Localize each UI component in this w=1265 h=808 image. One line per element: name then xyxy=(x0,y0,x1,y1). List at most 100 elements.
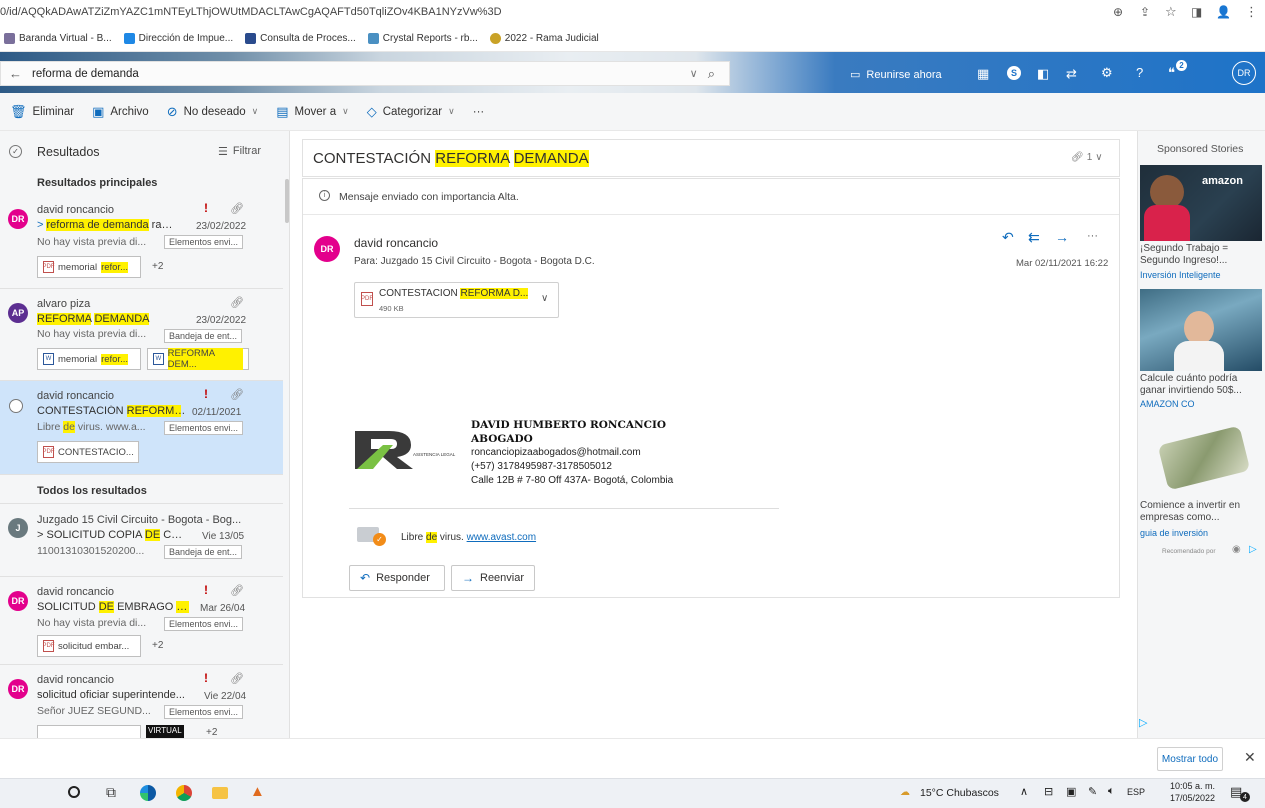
categorize-button[interactable]: ◇ Categorizar ∨ xyxy=(367,104,455,120)
ad-image-invest[interactable] xyxy=(1140,289,1262,371)
attachment-chip[interactable]: PDF solicitud embar... xyxy=(37,635,141,657)
attachment-count-button[interactable]: 🔗︎ 1 ∨ xyxy=(1071,152,1103,163)
select-checkbox[interactable] xyxy=(9,399,23,413)
attachment-chip-thumb[interactable]: VIRTUAL xyxy=(146,725,184,738)
language-indicator[interactable]: ESP xyxy=(1127,787,1145,797)
avast-link[interactable]: www.avast.com xyxy=(467,532,536,543)
ad-text[interactable]: ¡Segundo Trabajo = Segundo Ingreso!... xyxy=(1140,243,1264,267)
select-all-checkbox[interactable]: ✓ xyxy=(9,145,22,158)
sidepanel-icon[interactable]: ◨ xyxy=(1191,5,1202,19)
search-circle-icon[interactable] xyxy=(68,786,80,798)
bookmark-procesos[interactable]: Consulta de Proces... xyxy=(245,33,356,44)
file-explorer-icon[interactable] xyxy=(212,787,228,799)
list-item[interactable]: DR david roncancio ! 🔗︎ solicitud oficia… xyxy=(0,665,283,738)
list-item[interactable]: J Juzgado 15 Civil Circuito - Bogota - B… xyxy=(0,503,283,577)
reply-all-icon[interactable]: ⇇ xyxy=(1028,229,1040,246)
message-list: ✓ Resultados ☰ Filtrar Resultados princip… xyxy=(0,131,290,738)
megaphone-icon[interactable]: ❝ xyxy=(1168,65,1175,81)
folder-move-icon: ▤ xyxy=(276,103,289,119)
junk-button[interactable]: ⊘ No deseado ∨ xyxy=(167,104,259,120)
sender-name: david roncancio xyxy=(37,674,115,686)
back-arrow-icon[interactable]: ← xyxy=(9,66,22,81)
chevron-up-icon[interactable]: ∧ xyxy=(1020,785,1028,798)
weather-text[interactable]: 15°C Chubascos xyxy=(920,787,999,799)
reply-icon[interactable]: ↶ xyxy=(1002,229,1014,246)
archive-button[interactable]: ▣ Archivo xyxy=(92,104,149,120)
more-actions-icon[interactable]: ··· xyxy=(1087,230,1098,242)
archive-icon: ▣ xyxy=(92,103,105,119)
adchoices-icon[interactable]: ▷ xyxy=(1139,716,1147,729)
list-item[interactable]: AP alvaro piza 🔗︎ REFORMA DEMANDA 23/02/… xyxy=(0,289,283,381)
move-to-button[interactable]: ▤ Mover a ∨ xyxy=(276,104,348,120)
bookmark-rama-judicial[interactable]: 2022 - Rama Judicial xyxy=(489,33,599,44)
vlc-icon[interactable]: ▲ xyxy=(250,783,265,800)
attachment-chip[interactable]: PDF CONTESTACIO... xyxy=(37,441,139,463)
adchoices-icon[interactable]: ▷ xyxy=(1249,544,1257,555)
sender-name[interactable]: david roncancio xyxy=(354,236,438,250)
ad-source[interactable]: AMAZON CO xyxy=(1140,399,1195,409)
list-item-selected[interactable]: david roncancio ! 🔗︎ CONTESTACIÓN REFORM… xyxy=(0,381,283,475)
ad-image-amazon[interactable]: amazon xyxy=(1140,165,1262,241)
more-attachments[interactable]: +2 xyxy=(206,727,217,738)
close-icon[interactable]: ✕ xyxy=(1244,749,1256,766)
clock-date[interactable]: 17/05/2022 xyxy=(1170,793,1215,803)
list-item[interactable]: DR david roncancio ! 🔗︎ SOLICITUD DE EMB… xyxy=(0,577,283,665)
bookmark-impuestos[interactable]: Dirección de Impue... xyxy=(123,33,233,44)
forward-button[interactable]: → Reenviar xyxy=(451,565,535,591)
attachment-chip[interactable]: PDF memorial refor... xyxy=(37,256,141,278)
search-icon[interactable]: ⌕ xyxy=(708,66,715,82)
ad-source[interactable]: Inversión Inteligente xyxy=(1140,270,1221,280)
url-text[interactable]: 0/id/AQQkADAwATZiZmYAZC1mNTEyLThjOWUtMDA… xyxy=(0,6,900,18)
user-avatar[interactable]: DR xyxy=(1232,61,1256,85)
menu-icon[interactable]: ⋮ xyxy=(1245,4,1258,20)
search-box[interactable]: ← reforma de demanda ∨ ⌕ xyxy=(0,61,730,86)
edge-icon[interactable] xyxy=(140,785,156,801)
pen-icon[interactable]: ✎ xyxy=(1088,785,1097,798)
volume-icon[interactable]: 🔈︎ xyxy=(1108,785,1115,798)
onenote-icon[interactable]: ◧ xyxy=(1037,66,1049,82)
star-icon[interactable]: ☆ xyxy=(1165,4,1177,20)
more-commands-button[interactable]: ··· xyxy=(473,106,485,118)
attachment-chip[interactable] xyxy=(37,725,141,738)
filter-button[interactable]: ☰ Filtrar xyxy=(218,145,261,158)
more-attachments[interactable]: +2 xyxy=(152,640,163,651)
meet-now-button[interactable]: ▭ Reunirse ahora xyxy=(850,68,942,82)
reply-button[interactable]: ↶ Responder xyxy=(349,565,445,591)
signature-email[interactable]: roncanciopizaabogados@hotmail.com xyxy=(471,447,641,458)
more-attachments[interactable]: +2 xyxy=(152,261,163,272)
ad-source[interactable]: guia de inversión xyxy=(1140,528,1208,538)
skype-icon[interactable]: S xyxy=(1007,66,1021,80)
chevron-down-icon[interactable]: ∨ xyxy=(541,293,548,304)
bookmark-baranda[interactable]: Baranda Virtual - B... xyxy=(4,33,112,44)
profile-icon[interactable]: 👤 xyxy=(1216,5,1231,19)
list-item[interactable]: DR david roncancio ! 🔗︎ > reforma de dem… xyxy=(0,193,283,289)
show-all-button[interactable]: Mostrar todo xyxy=(1157,747,1223,771)
tag-icon: ◇ xyxy=(366,103,377,119)
attachment-chip[interactable]: Wmemorial refor... xyxy=(37,348,141,370)
network-icon[interactable]: ▣ xyxy=(1066,785,1076,798)
install-icon[interactable]: ⊕ xyxy=(1113,5,1123,19)
feedback-icon[interactable]: ⇄ xyxy=(1066,66,1077,82)
bookmark-crystal[interactable]: Crystal Reports - rb... xyxy=(367,33,478,44)
search-input[interactable]: reforma de demanda xyxy=(32,68,690,80)
chevron-down-icon[interactable]: ∨ xyxy=(690,67,698,80)
list-scrollbar[interactable] xyxy=(285,179,289,223)
recommended-by[interactable]: Recomendado por xyxy=(1162,548,1215,555)
battery-icon[interactable]: ⊟ xyxy=(1044,785,1053,798)
browser-address-bar: 0/id/AQQkADAwATZiZmYAZC1mNTEyLThjOWUtMDA… xyxy=(0,0,1265,27)
forward-icon[interactable]: → xyxy=(1055,229,1069,245)
delete-button[interactable]: 🗑 Eliminar xyxy=(10,104,74,120)
ad-text[interactable]: Calcule cuánto podría ganar invirtiendo … xyxy=(1140,373,1264,397)
ad-image-money[interactable] xyxy=(1148,421,1258,493)
clock-time[interactable]: 10:05 a. m. xyxy=(1170,781,1215,791)
share-icon[interactable]: ⇪ xyxy=(1140,5,1150,19)
apps-grid-icon[interactable]: ▦ xyxy=(977,66,989,82)
chrome-icon[interactable] xyxy=(176,785,192,801)
attachment-chip[interactable]: W REFORMA DEM... xyxy=(147,348,249,370)
settings-gear-icon[interactable]: ⚙ xyxy=(1101,65,1113,81)
task-view-icon[interactable]: ⧉ xyxy=(106,784,116,801)
help-icon[interactable]: ? xyxy=(1136,65,1143,80)
sender-avatar[interactable]: DR xyxy=(314,236,340,262)
attachment-card[interactable]: PDF CONTESTACION REFORMA D... 490 KB ∨ xyxy=(354,282,559,318)
ad-text[interactable]: Comience a invertir en empresas como... xyxy=(1140,500,1264,524)
